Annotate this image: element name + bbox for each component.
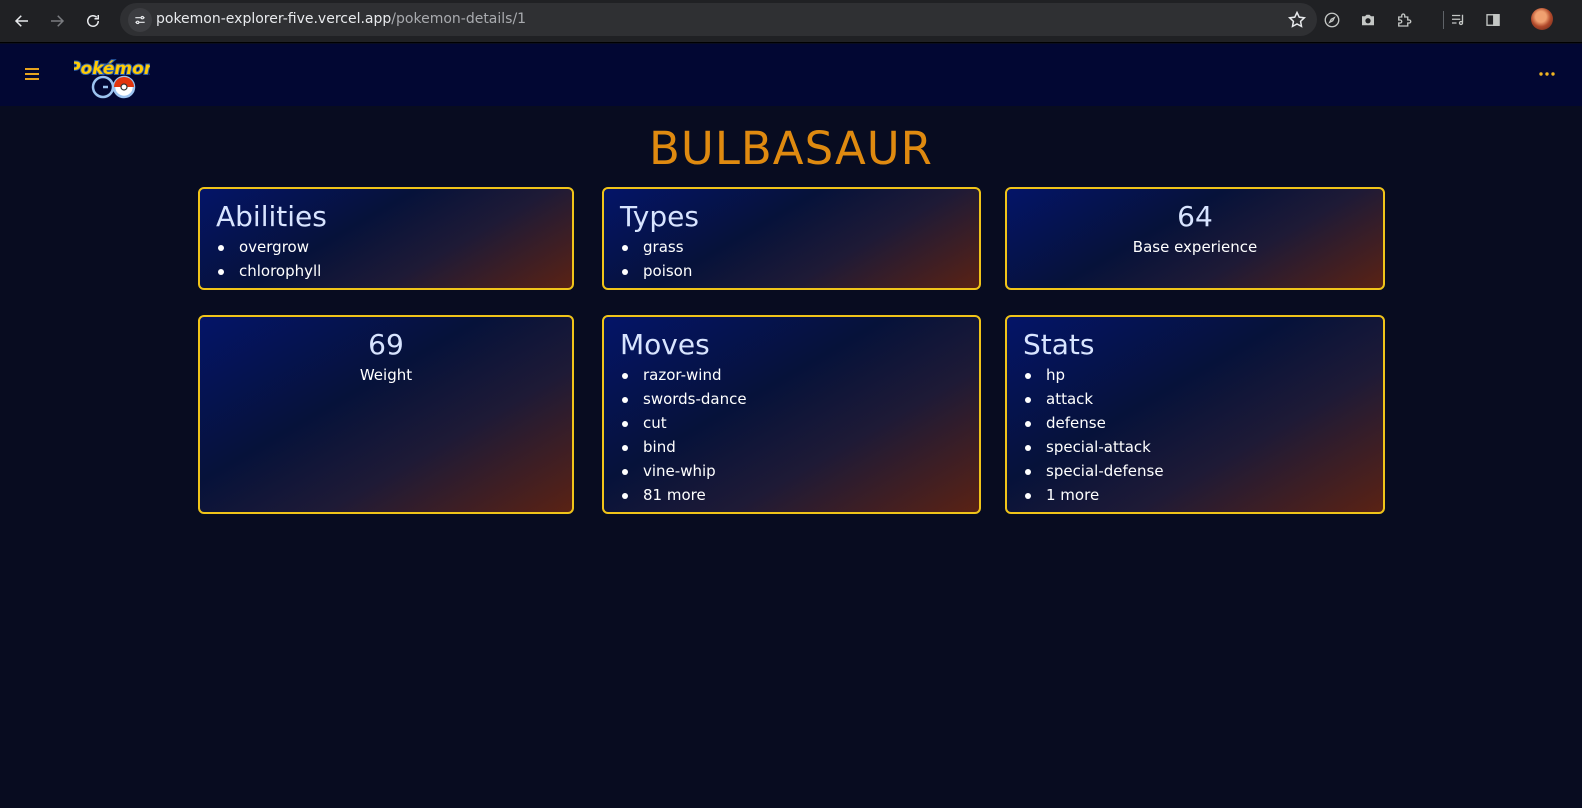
side-panel-icon[interactable] [1482,9,1504,31]
arrow-right-icon [51,15,65,27]
list-item: cut [620,411,963,435]
stats-heading: Stats [1023,328,1095,361]
compass-icon[interactable] [1321,9,1343,31]
types-card: Types grass poison [602,187,981,290]
pokemon-name-title: BULBASAUR [649,122,933,175]
media-queue-icon[interactable] [1447,9,1469,31]
hamburger-menu-button[interactable] [20,62,44,86]
base-experience-label: Base experience [1132,238,1258,256]
list-item: razor-wind [620,363,963,387]
list-item: vine-whip [620,459,963,483]
list-item: special-attack [1023,435,1367,459]
list-item: overgrow [216,235,556,259]
abilities-list: overgrow chlorophyll [216,235,556,283]
weight-card: 69 Weight [198,315,574,514]
stats-card: Stats hp attack defense special-attack s… [1005,315,1385,514]
app-header: Pokémon [0,44,1582,106]
stats-list: hp attack defense special-attack special… [1023,363,1367,507]
url-text[interactable]: pokemon-explorer-five.vercel.app/pokemon… [156,11,526,27]
arrow-left-icon [14,15,28,27]
moves-list: razor-wind swords-dance cut bind vine-wh… [620,363,963,507]
list-item: chlorophyll [216,259,556,283]
svg-text:Pokémon: Pokémon [74,59,150,79]
list-item: swords-dance [620,387,963,411]
moves-heading: Moves [620,328,710,361]
types-list: grass poison [620,235,963,283]
toolbar-divider [1443,11,1444,29]
types-heading: Types [620,200,699,233]
back-button[interactable] [8,7,36,35]
base-experience-card: 64 Base experience [1005,187,1385,290]
list-item: 81 more [620,483,963,507]
list-item: grass [620,235,963,259]
site-info-button[interactable] [128,8,152,32]
weight-value: 69 [368,328,404,361]
menu-icon [25,68,39,80]
list-item: attack [1023,387,1367,411]
url-host: pokemon-explorer-five.vercel.app [156,11,392,27]
forward-button[interactable] [43,7,71,35]
reload-button[interactable] [79,7,107,35]
reload-icon [87,15,99,27]
more-options-button[interactable] [1537,64,1557,84]
more-horizontal-icon [1539,72,1555,76]
base-experience-value: 64 [1177,200,1213,233]
moves-card: Moves razor-wind swords-dance cut bind v… [602,315,981,514]
camera-icon[interactable] [1357,9,1379,31]
abilities-heading: Abilities [216,200,327,233]
list-item: special-defense [1023,459,1367,483]
browser-toolbar: pokemon-explorer-five.vercel.app/pokemon… [0,0,1582,43]
list-item: poison [620,259,963,283]
list-item: 1 more [1023,483,1367,507]
address-bar[interactable]: pokemon-explorer-five.vercel.app/pokemon… [120,3,1317,36]
list-item: hp [1023,363,1367,387]
extensions-puzzle-icon[interactable] [1393,9,1415,31]
pokemon-go-logo[interactable]: Pokémon [67,54,157,100]
list-item: bind [620,435,963,459]
tune-icon [135,15,145,25]
bookmark-star-icon[interactable] [1287,10,1307,30]
list-item: defense [1023,411,1367,435]
abilities-card: Abilities overgrow chlorophyll [198,187,574,290]
profile-avatar[interactable] [1531,8,1553,30]
weight-label: Weight [359,366,413,384]
url-path: /pokemon-details/1 [391,11,527,27]
